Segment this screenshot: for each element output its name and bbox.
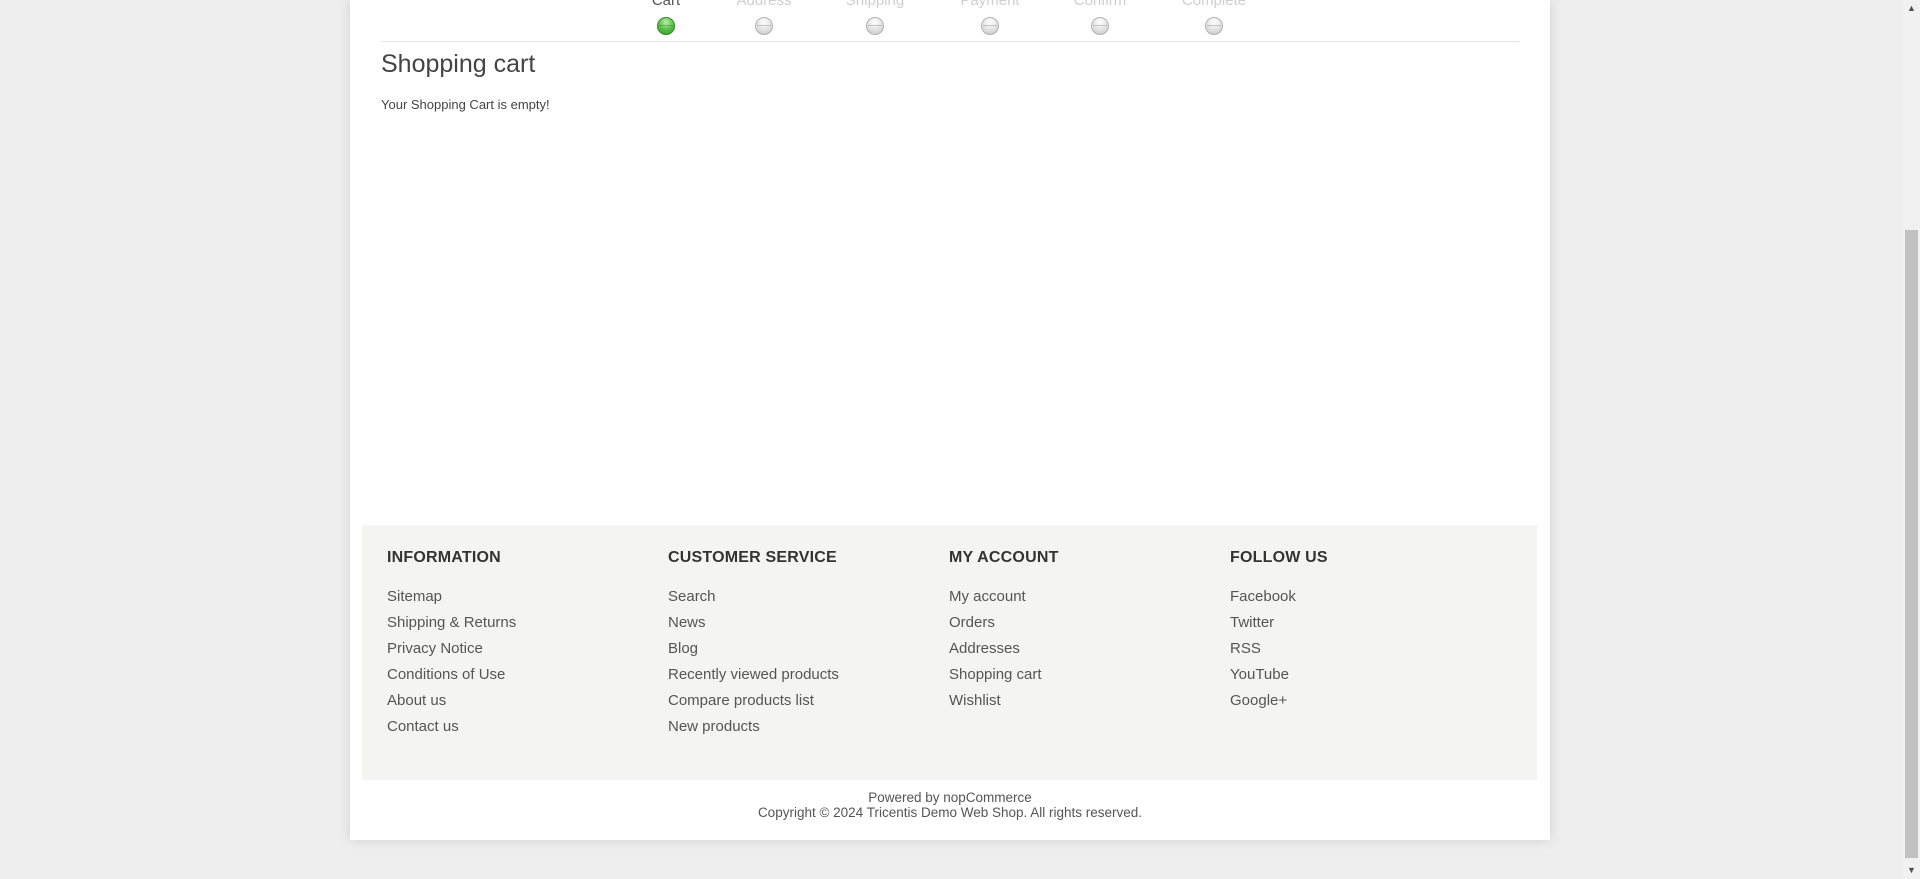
footer-link-conditions-of-use[interactable]: Conditions of Use (387, 662, 657, 688)
footer-my-account: MY ACCOUNT My account Orders Addresses S… (949, 548, 1219, 714)
footer-my-account-heading: MY ACCOUNT (949, 549, 1059, 566)
step-confirm-label: Confirm (1073, 0, 1127, 9)
step-address-label: Address (736, 0, 792, 9)
footer-link-about-us[interactable]: About us (387, 688, 657, 714)
footer-link-recently-viewed[interactable]: Recently viewed products (668, 662, 938, 688)
page-container: Cart Address Shipping Payment Confirm Co… (350, 0, 1550, 840)
footer-link-addresses[interactable]: Addresses (949, 636, 1219, 662)
step-address-indicator-icon (755, 17, 773, 35)
step-payment-label: Payment (960, 0, 1020, 9)
footer-link-new-products[interactable]: New products (668, 714, 938, 740)
step-complete-indicator-icon (1205, 17, 1223, 35)
footer-information-heading: INFORMATION (387, 549, 501, 566)
footer-link-shopping-cart[interactable]: Shopping cart (949, 662, 1219, 688)
footer-link-my-account[interactable]: My account (949, 584, 1219, 610)
footer-bottom: Powered by nopCommerce Copyright © 2024 … (350, 790, 1550, 820)
footer-link-compare-products[interactable]: Compare products list (668, 688, 938, 714)
step-shipping-label: Shipping (845, 0, 905, 9)
footer-link-youtube[interactable]: YouTube (1230, 662, 1500, 688)
step-complete-label: Complete (1181, 0, 1247, 9)
copyright-text: Copyright © 2024 Tricentis Demo Web Shop… (757, 805, 1143, 820)
footer-link-facebook[interactable]: Facebook (1230, 584, 1500, 610)
footer-link-shipping-returns[interactable]: Shipping & Returns (387, 610, 657, 636)
footer-link-search[interactable]: Search (668, 584, 938, 610)
footer: INFORMATION Sitemap Shipping & Returns P… (362, 525, 1537, 780)
footer-link-news[interactable]: News (668, 610, 938, 636)
footer-customer-service-heading: CUSTOMER SERVICE (668, 549, 837, 566)
checkout-progress: Cart Address Shipping Payment Confirm Co… (350, 0, 1550, 42)
footer-link-wishlist[interactable]: Wishlist (949, 688, 1219, 714)
cart-empty-message: Your Shopping Cart is empty! (381, 97, 550, 112)
scroll-up-arrow-icon[interactable]: ▲ (1903, 0, 1920, 17)
checkout-progress-divider (381, 41, 1519, 42)
powered-by-text: Powered by nopCommerce (868, 790, 1032, 805)
footer-follow-us: FOLLOW US Facebook Twitter RSS YouTube G… (1230, 548, 1500, 714)
footer-link-blog[interactable]: Blog (668, 636, 938, 662)
page-title: Shopping cart (381, 50, 536, 78)
footer-link-google-plus[interactable]: Google+ (1230, 688, 1500, 714)
scroll-down-arrow-icon[interactable]: ▼ (1903, 862, 1920, 879)
scrollbar-thumb[interactable] (1905, 230, 1918, 858)
step-confirm-indicator-icon (1091, 17, 1109, 35)
footer-link-sitemap[interactable]: Sitemap (387, 584, 657, 610)
footer-link-orders[interactable]: Orders (949, 610, 1219, 636)
vertical-scrollbar[interactable]: ▲ ▼ (1903, 0, 1920, 879)
footer-link-rss[interactable]: RSS (1230, 636, 1500, 662)
step-shipping-indicator-icon (866, 17, 884, 35)
footer-link-contact-us[interactable]: Contact us (387, 714, 657, 740)
step-payment-indicator-icon (981, 17, 999, 35)
footer-link-twitter[interactable]: Twitter (1230, 610, 1500, 636)
footer-link-privacy-notice[interactable]: Privacy Notice (387, 636, 657, 662)
footer-customer-service: CUSTOMER SERVICE Search News Blog Recent… (668, 548, 938, 740)
footer-follow-us-heading: FOLLOW US (1230, 549, 1328, 566)
step-cart-indicator-icon (657, 17, 675, 35)
footer-information: INFORMATION Sitemap Shipping & Returns P… (387, 548, 657, 740)
